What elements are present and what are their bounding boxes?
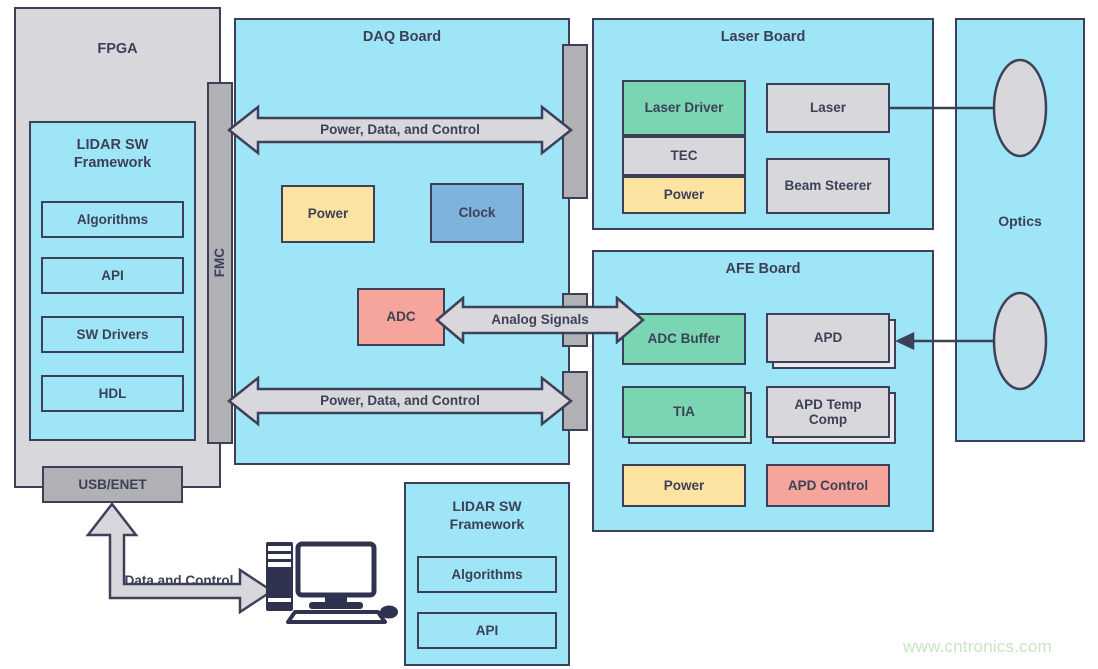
rx-lens-icon [992,291,1048,391]
host-data-control-arrow [85,501,275,615]
watermark: www.cntronics.com [903,637,1052,656]
host-data-control-arrow-label: Data and Control [124,573,234,588]
fpga-daq-bottom-arrow-label: Power, Data, and Control [320,393,480,408]
connector-overlay [85,58,1048,624]
lidar-block-diagram: FPGA LIDAR SW Framework Algorithms API S… [0,0,1098,669]
desktop-computer-icon [266,541,398,624]
tx-lens-icon [992,58,1048,158]
fpga-daq-top-arrow-label: Power, Data, and Control [320,122,480,137]
analog-signals-arrow-label: Analog Signals [491,312,589,327]
